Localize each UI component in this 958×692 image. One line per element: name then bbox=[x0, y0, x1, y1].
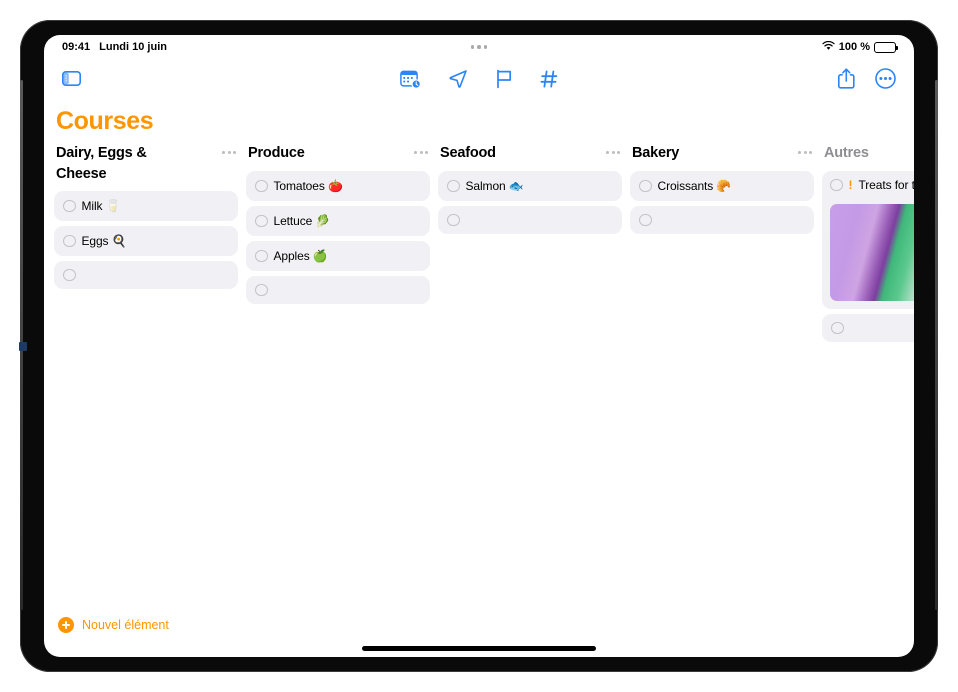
reminder-item[interactable]: Apples 🍏 bbox=[246, 241, 430, 271]
location-send-icon[interactable] bbox=[448, 69, 468, 94]
status-date: Lundi 10 juin bbox=[99, 41, 167, 53]
reminder-item-row: Milk 🥛 bbox=[63, 199, 121, 213]
page-title: Courses bbox=[56, 107, 154, 135]
volume-button[interactable] bbox=[19, 342, 27, 351]
app-toolbar bbox=[44, 59, 914, 103]
ipad-device-frame: 09:41 Lundi 10 juin 100 % Courses Dairy,… bbox=[19, 20, 938, 672]
checkbox-icon[interactable] bbox=[255, 214, 268, 228]
board-column: Autres! Treats for t bbox=[822, 143, 914, 347]
checkbox-icon[interactable] bbox=[830, 178, 843, 192]
home-indicator[interactable] bbox=[362, 646, 596, 651]
ellipsis-icon[interactable] bbox=[798, 143, 812, 154]
column-header: Dairy, Eggs & Cheese bbox=[54, 143, 238, 185]
reminder-item-text: Milk 🥛 bbox=[81, 199, 121, 214]
new-reminder-row[interactable] bbox=[54, 261, 238, 290]
column-header: Seafood bbox=[438, 143, 622, 165]
board-column: Dairy, Eggs & Cheese Milk 🥛 Eggs 🍳 bbox=[54, 143, 246, 294]
reminder-item-row: Eggs 🍳 bbox=[63, 234, 127, 248]
priority-indicator: ! bbox=[848, 178, 853, 192]
reminder-item[interactable]: Tomatoes 🍅 bbox=[246, 171, 430, 201]
board-column: Bakery Croissants 🥐 bbox=[630, 143, 822, 239]
reminder-item[interactable]: Croissants 🥐 bbox=[630, 171, 814, 201]
reminder-item-row: ! Treats for t bbox=[830, 178, 914, 192]
reminder-item[interactable]: Eggs 🍳 bbox=[54, 226, 238, 257]
reminder-item-text: Apples 🍏 bbox=[273, 249, 328, 263]
reminder-item-row: Apples 🍏 bbox=[255, 249, 328, 263]
reminder-item-row: Lettuce 🥬 bbox=[255, 214, 330, 228]
reminder-item[interactable]: Milk 🥛 bbox=[54, 191, 238, 222]
ipad-screen: 09:41 Lundi 10 juin 100 % Courses Dairy,… bbox=[44, 35, 914, 657]
calendar-badge-icon[interactable] bbox=[399, 69, 421, 94]
column-title: Bakery bbox=[632, 145, 680, 161]
new-reminder-row[interactable] bbox=[438, 206, 622, 234]
column-header: Produce bbox=[246, 143, 430, 165]
checkbox-icon[interactable] bbox=[255, 249, 268, 263]
new-reminder-row[interactable] bbox=[246, 276, 430, 304]
checkbox-icon[interactable] bbox=[63, 234, 76, 248]
status-bar-center bbox=[44, 45, 914, 49]
reminder-item-text: Tomatoes 🍅 bbox=[273, 179, 343, 193]
checkbox-icon[interactable] bbox=[63, 268, 76, 282]
hashtag-icon[interactable] bbox=[540, 69, 559, 94]
reminder-item-row: Tomatoes 🍅 bbox=[255, 179, 343, 193]
checkbox-icon[interactable] bbox=[639, 179, 652, 193]
ellipsis-icon[interactable] bbox=[222, 143, 236, 154]
checkbox-icon[interactable] bbox=[831, 321, 844, 335]
checkbox-icon[interactable] bbox=[639, 213, 652, 227]
checkbox-icon[interactable] bbox=[447, 179, 460, 193]
checkbox-icon[interactable] bbox=[447, 213, 460, 227]
reminder-item-text: Salmon 🐟 bbox=[465, 179, 524, 193]
reminder-item-text: Croissants 🥐 bbox=[657, 179, 732, 193]
reminder-item-row: Salmon 🐟 bbox=[447, 179, 524, 193]
reminder-item-row: Croissants 🥐 bbox=[639, 179, 731, 193]
status-bar-left: 09:41 Lundi 10 juin bbox=[62, 41, 167, 53]
new-item-label: Nouvel élément bbox=[82, 618, 169, 632]
board-column: Produce Tomatoes 🍅 Lettuce 🥬 Apples 🍏 bbox=[246, 143, 438, 309]
reminder-item-text: Eggs 🍳 bbox=[81, 234, 127, 249]
reminder-item-text: Treats for t bbox=[858, 178, 915, 192]
battery-icon bbox=[874, 41, 898, 53]
status-bar: 09:41 Lundi 10 juin 100 % bbox=[44, 35, 914, 59]
ellipsis-icon[interactable] bbox=[414, 143, 428, 154]
new-item-button[interactable]: Nouvel élément bbox=[58, 617, 169, 633]
battery-percent: 100 % bbox=[838, 41, 870, 53]
toolbar-center-actions bbox=[44, 69, 914, 94]
reminder-item[interactable]: ! Treats for t bbox=[822, 171, 914, 309]
board-column: Seafood Salmon 🐟 bbox=[438, 143, 630, 239]
checkbox-icon[interactable] bbox=[63, 199, 76, 213]
checkbox-icon[interactable] bbox=[255, 179, 268, 193]
status-bar-right: 100 % bbox=[822, 40, 898, 54]
reminder-item[interactable]: Lettuce 🥬 bbox=[246, 206, 430, 236]
plus-circle-icon bbox=[58, 617, 74, 633]
column-header: Bakery bbox=[630, 143, 814, 165]
wifi-icon bbox=[822, 40, 835, 54]
multitask-handle-icon[interactable] bbox=[470, 45, 488, 49]
reminders-board: Dairy, Eggs & Cheese Milk 🥛 Eggs 🍳 Produce T… bbox=[44, 143, 914, 607]
popsicle-photo-attachment[interactable] bbox=[830, 204, 914, 301]
reminder-item[interactable]: Salmon 🐟 bbox=[438, 171, 622, 201]
column-title: Autres bbox=[824, 145, 869, 161]
reminder-item-text: Lettuce 🥬 bbox=[273, 214, 331, 228]
new-reminder-row[interactable] bbox=[630, 206, 814, 234]
column-title: Dairy, Eggs & Cheese bbox=[56, 145, 147, 183]
new-reminder-row[interactable] bbox=[822, 314, 914, 342]
column-header: Autres bbox=[822, 143, 914, 165]
status-time: 09:41 bbox=[62, 41, 91, 53]
device-right-edge bbox=[935, 80, 938, 610]
checkbox-icon[interactable] bbox=[255, 283, 268, 297]
ellipsis-icon[interactable] bbox=[606, 143, 620, 154]
flag-icon[interactable] bbox=[495, 69, 513, 94]
column-title: Produce bbox=[248, 145, 305, 161]
column-title: Seafood bbox=[440, 145, 496, 161]
